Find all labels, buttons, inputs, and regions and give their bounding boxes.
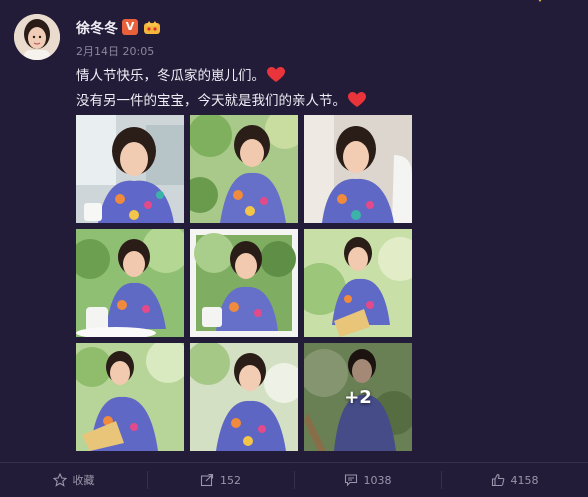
- share-icon: [200, 473, 214, 487]
- verified-badge: V: [122, 19, 138, 35]
- post-text-2: 没有另一件的宝宝，今天就是我们的亲人节。: [76, 93, 346, 109]
- like-button[interactable]: 4158: [441, 463, 588, 497]
- share-button[interactable]: 152: [147, 463, 294, 497]
- photo-5[interactable]: [190, 229, 298, 337]
- comment-button[interactable]: 1038: [294, 463, 441, 497]
- author-name[interactable]: 徐冬冬: [76, 18, 118, 38]
- photo-9[interactable]: +2: [304, 343, 412, 451]
- top-decoration-icon: [538, 0, 542, 2]
- heart-emoji-icon: [267, 67, 285, 82]
- photo-1[interactable]: [76, 115, 184, 223]
- star-icon: [52, 473, 67, 487]
- photo-4[interactable]: [76, 229, 184, 337]
- comment-icon: [344, 474, 357, 487]
- photo-3[interactable]: [304, 115, 412, 223]
- photo-8[interactable]: [190, 343, 298, 451]
- weibo-post-card: 徐冬冬 V 2月14日 20:05 情人节快乐，冬瓜家的崽儿们。 没有另一件的宝…: [0, 0, 588, 497]
- comment-count: 1038: [363, 473, 392, 487]
- post-text-line-2: 没有另一件的宝宝，今天就是我们的亲人节。: [76, 89, 366, 109]
- favorite-label: 收藏: [72, 474, 95, 487]
- share-count: 152: [220, 473, 241, 487]
- action-bar: 收藏 152 1038 4158: [0, 463, 588, 497]
- photo-2[interactable]: [190, 115, 298, 223]
- more-photos-overlay[interactable]: +2: [304, 343, 412, 451]
- member-crown-icon[interactable]: [143, 17, 161, 35]
- like-count: 4158: [510, 473, 539, 487]
- heart-emoji-icon: [348, 92, 366, 107]
- post-text-1: 情人节快乐，冬瓜家的崽儿们。: [76, 68, 265, 84]
- avatar[interactable]: [14, 14, 60, 60]
- photo-7[interactable]: [76, 343, 184, 451]
- favorite-button[interactable]: 收藏: [0, 463, 147, 497]
- post-timestamp[interactable]: 2月14日 20:05: [76, 43, 154, 59]
- photo-6[interactable]: [304, 229, 412, 337]
- thumbs-up-icon: [491, 473, 504, 487]
- post-text-line-1: 情人节快乐，冬瓜家的崽儿们。: [76, 64, 285, 84]
